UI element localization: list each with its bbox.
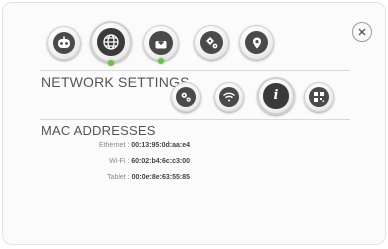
gears-icon <box>176 87 196 107</box>
location-pin-icon <box>244 30 269 55</box>
mac-label: Tablet <box>107 174 126 181</box>
close-button[interactable] <box>352 22 372 42</box>
qr-code-icon <box>309 87 329 107</box>
close-icon <box>358 28 366 36</box>
wifi-icon <box>219 87 239 107</box>
mac-row-ethernet: Ethernet : 00:13:95:0d:aa:e4 <box>98 142 190 149</box>
mac-value: 60:02:b4:6c:c3:00 <box>131 158 190 165</box>
mac-label: Ethernet <box>98 142 126 149</box>
nav-robot-button[interactable] <box>47 26 81 60</box>
network-divider <box>40 119 350 120</box>
mac-row-wifi: Wi-Fi : 60:02:b4:6c:c3:00 <box>109 158 190 165</box>
mac-row-tablet: Tablet : 00:0e:8e:63:55:85 <box>107 174 190 181</box>
nav-network-button[interactable] <box>90 21 132 66</box>
tab-info[interactable]: i <box>257 77 295 115</box>
robot-icon <box>52 31 76 55</box>
mac-value: 00:13:95:0d:aa:e4 <box>131 142 190 149</box>
mac-label: Wi-Fi <box>109 158 126 165</box>
nav-divider <box>40 70 350 71</box>
tab-network-settings[interactable] <box>171 82 201 112</box>
info-icon: i <box>263 83 289 109</box>
nav-location-button[interactable] <box>239 25 274 60</box>
download-icon <box>149 31 173 55</box>
tab-qr-code[interactable] <box>304 82 334 112</box>
nav-settings-button[interactable] <box>194 25 229 60</box>
globe-icon <box>97 28 125 56</box>
network-settings-title: NETWORK SETTINGS <box>41 74 190 90</box>
gears-icon <box>199 30 224 55</box>
network-status-dot <box>108 60 114 66</box>
mac-addresses-title: MAC ADDRESSES <box>41 123 156 138</box>
tab-wifi[interactable] <box>214 82 244 112</box>
mac-value: 00:0e:8e:63:55:85 <box>131 174 190 181</box>
settings-panel: NETWORK SETTINGS i MAC ADDRESSES Etherne… <box>2 2 386 245</box>
nav-download-button[interactable] <box>143 25 179 64</box>
download-status-dot <box>158 58 164 64</box>
